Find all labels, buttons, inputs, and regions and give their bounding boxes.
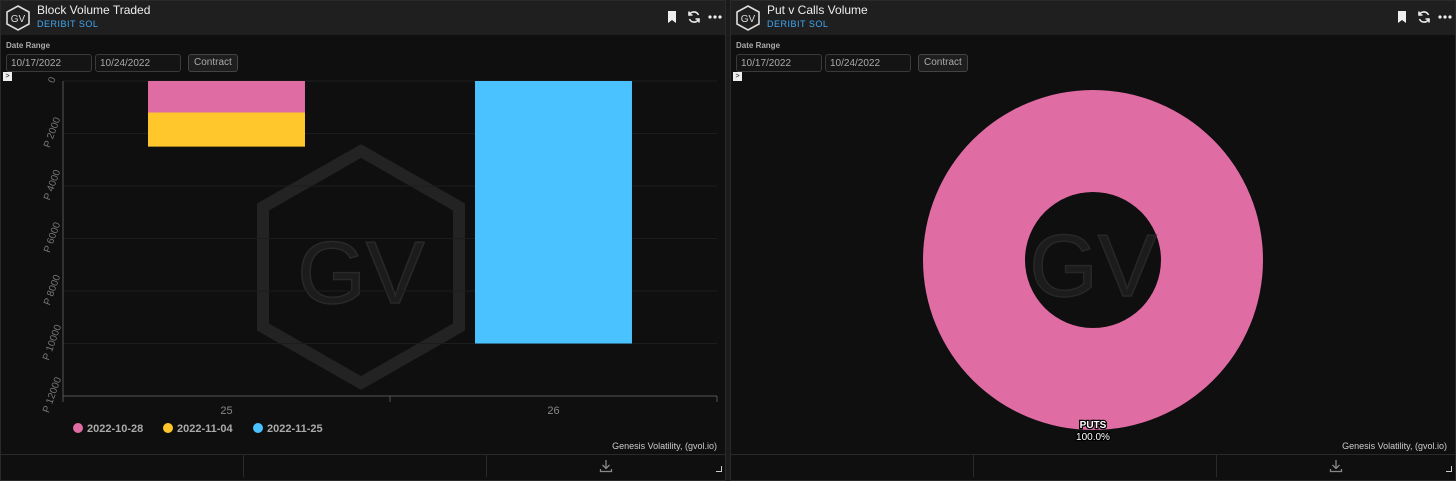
y-tick-label: P 12000 (41, 375, 64, 414)
download-icon[interactable] (599, 459, 613, 473)
slice-label: PUTS (1080, 420, 1107, 431)
block-volume-chart: GV 0 P 2000 P 4000 P 6000 P 8000 P 10000 P 120… (41, 75, 718, 435)
bar-segment[interactable] (148, 81, 305, 113)
resize-handle-icon[interactable] (716, 466, 722, 472)
resize-handle-icon[interactable] (1446, 466, 1452, 472)
footer-cell (731, 455, 974, 477)
legend-label[interactable]: 2022-10-28 (87, 423, 143, 435)
chart-credit: Genesis Volatility, (gvol.io) (1342, 441, 1447, 451)
footer-cell (974, 455, 1217, 477)
chart-credit: Genesis Volatility, (gvol.io) (612, 441, 717, 451)
x-tick-label: 25 (220, 405, 232, 417)
panel-footer (731, 454, 1455, 477)
bar-segment[interactable] (475, 81, 632, 344)
y-tick-label: 0 (47, 75, 59, 84)
x-tick-label: 26 (547, 405, 559, 417)
y-tick-label: P 6000 (42, 221, 63, 255)
block-volume-panel: GV Block Volume Traded DERIBIT SOL Date … (0, 0, 726, 481)
y-tick-label: P 2000 (42, 116, 63, 150)
bar-segment[interactable] (148, 112, 305, 147)
put-call-chart: GV PUTS100.0% (923, 90, 1263, 444)
slice-percent: 100.0% (1076, 432, 1110, 443)
legend-label[interactable]: 2022-11-04 (177, 423, 234, 435)
watermark-text: GV (1029, 216, 1156, 315)
legend-marker[interactable] (163, 423, 173, 433)
panel-footer (1, 454, 725, 477)
y-tick-label: P 10000 (41, 323, 64, 362)
footer-cell (1, 455, 244, 477)
y-tick-label: P 4000 (42, 168, 63, 202)
watermark-text: GV (297, 223, 424, 322)
download-icon[interactable] (1329, 459, 1343, 473)
footer-cell (244, 455, 487, 477)
y-tick-label: P 8000 (42, 273, 63, 307)
put-call-panel: GV Put v Calls Volume DERIBIT SOL Date R… (730, 0, 1456, 481)
legend-marker[interactable] (253, 423, 263, 433)
legend-marker[interactable] (73, 423, 83, 433)
legend-label[interactable]: 2022-11-25 (267, 423, 323, 435)
